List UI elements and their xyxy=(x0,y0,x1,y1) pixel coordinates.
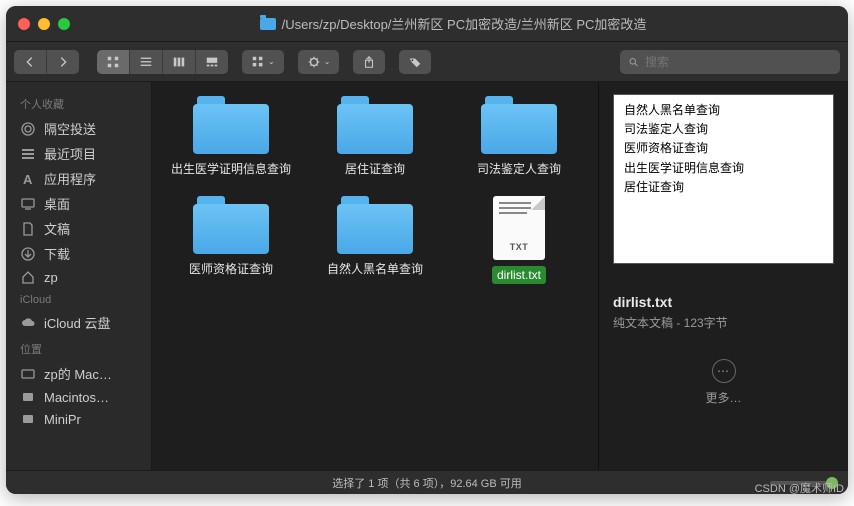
sidebar-item-icloud-drive[interactable]: iCloud 云盘 xyxy=(6,310,151,335)
search-field[interactable] xyxy=(620,50,840,74)
folder-item[interactable]: 出生医学证明信息查询 xyxy=(162,96,300,178)
icon-view-button[interactable] xyxy=(97,50,130,74)
folder-icon xyxy=(481,96,557,154)
title-path: /Users/zp/Desktop/兰州新区 PC加密改造/兰州新区 PC加密改… xyxy=(70,14,836,33)
folder-icon xyxy=(337,96,413,154)
arrange-button[interactable]: ⌄ xyxy=(242,50,284,74)
file-grid[interactable]: 出生医学证明信息查询 居住证查询 司法鉴定人查询医师资格证查询 自然人黑名单查询 TXT… xyxy=(152,82,598,470)
file-label: 自然人黑名单查询 xyxy=(322,260,428,278)
svg-text:A: A xyxy=(23,172,33,187)
sidebar-item-home[interactable]: zp xyxy=(6,266,151,288)
preview-panel: 自然人黑名单查询司法鉴定人查询医师资格证查询出生医学证明信息查询居住证查询 di… xyxy=(598,82,848,470)
file-label: dirlist.txt xyxy=(492,266,546,284)
search-input[interactable] xyxy=(645,55,832,69)
folder-item[interactable]: 自然人黑名单查询 xyxy=(306,196,444,284)
watermark-text: CSDN @魔术师ID xyxy=(755,480,844,496)
sidebar: 个人收藏 隔空投送 最近项目 A应用程序 桌面 文稿 下载 zp iCloud … xyxy=(6,82,152,470)
sidebar-item-loc-zp-mac[interactable]: zp的 Mac… xyxy=(6,361,151,386)
nav-buttons xyxy=(14,50,79,74)
action-button[interactable]: ⌄ xyxy=(298,50,340,74)
folder-icon xyxy=(260,18,276,30)
status-text: 选择了 1 项（共 6 项），92.64 GB 可用 xyxy=(332,475,522,491)
list-view-button[interactable] xyxy=(130,50,163,74)
folder-item[interactable]: 医师资格证查询 xyxy=(162,196,300,284)
column-view-button[interactable] xyxy=(163,50,196,74)
folder-icon xyxy=(193,96,269,154)
file-label: 居住证查询 xyxy=(340,160,410,178)
sidebar-item-documents[interactable]: 文稿 xyxy=(6,216,151,241)
sidebar-group-locations: 位置 xyxy=(6,335,151,361)
file-label: 医师资格证查询 xyxy=(184,260,278,278)
sidebar-group-icloud: iCloud xyxy=(6,288,151,310)
finder-window: /Users/zp/Desktop/兰州新区 PC加密改造/兰州新区 PC加密改… xyxy=(6,6,848,494)
title-path-text: /Users/zp/Desktop/兰州新区 PC加密改造/兰州新区 PC加密改… xyxy=(282,14,647,33)
preview-meta: 纯文本文稿 - 123字节 xyxy=(613,314,834,331)
file-item[interactable]: TXT dirlist.txt xyxy=(450,196,588,284)
folder-icon xyxy=(337,196,413,254)
minimize-window-icon[interactable] xyxy=(38,18,50,30)
file-label: 司法鉴定人查询 xyxy=(472,160,566,178)
search-icon xyxy=(628,56,639,68)
preview-more[interactable]: ⋯ 更多… xyxy=(613,359,834,406)
tags-button[interactable] xyxy=(399,50,431,74)
preview-content: 自然人黑名单查询司法鉴定人查询医师资格证查询出生医学证明信息查询居住证查询 xyxy=(613,94,834,264)
close-window-icon[interactable] xyxy=(18,18,30,30)
back-button[interactable] xyxy=(14,50,47,74)
titlebar[interactable]: /Users/zp/Desktop/兰州新区 PC加密改造/兰州新区 PC加密改… xyxy=(6,6,848,42)
more-icon[interactable]: ⋯ xyxy=(712,359,736,383)
toolbar: ⌄ ⌄ xyxy=(6,42,848,82)
share-button[interactable] xyxy=(353,50,385,74)
sidebar-item-desktop[interactable]: 桌面 xyxy=(6,191,151,216)
forward-button[interactable] xyxy=(47,50,79,74)
folder-icon xyxy=(193,196,269,254)
sidebar-item-recents[interactable]: 最近项目 xyxy=(6,141,151,166)
file-label: 出生医学证明信息查询 xyxy=(166,160,296,178)
maximize-window-icon[interactable] xyxy=(58,18,70,30)
window-lights xyxy=(18,18,70,30)
folder-item[interactable]: 居住证查询 xyxy=(306,96,444,178)
sidebar-item-downloads[interactable]: 下载 xyxy=(6,241,151,266)
sidebar-item-loc-minipr[interactable]: MiniPr xyxy=(6,408,151,430)
sidebar-item-airdrop[interactable]: 隔空投送 xyxy=(6,116,151,141)
status-bar: 选择了 1 项（共 6 项），92.64 GB 可用 xyxy=(6,470,848,494)
view-buttons xyxy=(97,50,228,74)
sidebar-item-apps[interactable]: A应用程序 xyxy=(6,166,151,191)
txt-file-icon: TXT xyxy=(493,196,545,260)
preview-filename: dirlist.txt xyxy=(613,294,834,310)
folder-item[interactable]: 司法鉴定人查询 xyxy=(450,96,588,178)
sidebar-group-favorites: 个人收藏 xyxy=(6,90,151,116)
sidebar-item-loc-macintos[interactable]: Macintos… xyxy=(6,386,151,408)
gallery-view-button[interactable] xyxy=(196,50,228,74)
